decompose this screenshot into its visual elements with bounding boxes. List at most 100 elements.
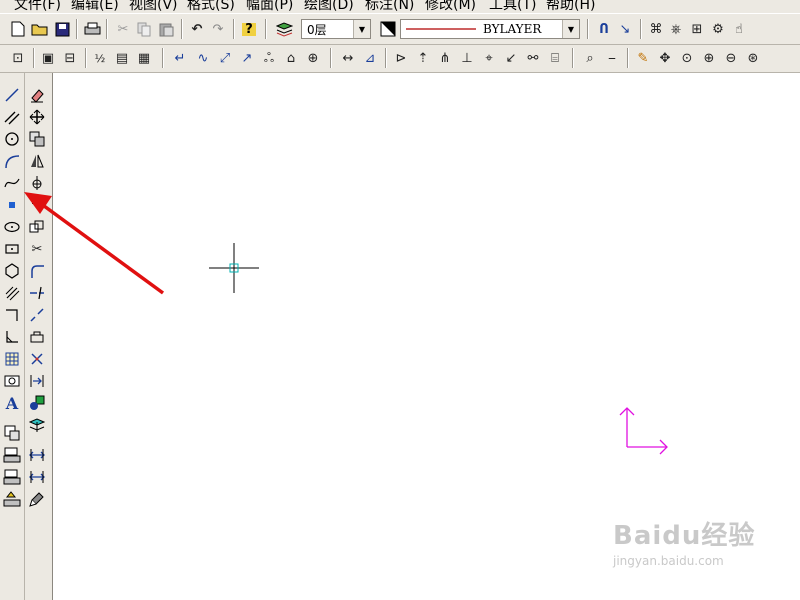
stretch-icon[interactable]	[25, 327, 49, 347]
group-icon[interactable]	[25, 393, 49, 413]
move-icon[interactable]	[25, 107, 49, 127]
menu-edit[interactable]: 编辑(E)	[71, 0, 119, 13]
save-icon[interactable]	[52, 19, 72, 39]
match-format-icon[interactable]	[25, 489, 49, 509]
balloon-icon[interactable]: ⚯	[523, 48, 543, 68]
match-props-icon[interactable]: ⎈	[666, 19, 686, 39]
curve-arrow-icon[interactable]: ↵	[170, 48, 190, 68]
leader-icon[interactable]: ↙	[501, 48, 521, 68]
tolerance-icon[interactable]: ⊳	[391, 48, 411, 68]
table-icon[interactable]: ▦	[134, 48, 154, 68]
rectangle-tool-icon[interactable]	[0, 239, 24, 259]
snap-icon[interactable]: ↘	[615, 19, 635, 39]
menu-view[interactable]: 视图(V)	[129, 0, 178, 13]
frame-icon[interactable]: ▣	[38, 48, 58, 68]
pencil-icon[interactable]: ✎	[633, 48, 653, 68]
circle-tool-icon[interactable]	[0, 129, 24, 149]
explode-icon[interactable]	[25, 349, 49, 369]
paste-icon[interactable]	[156, 19, 176, 39]
mirror-icon[interactable]	[25, 151, 49, 171]
zoom-window-icon[interactable]: ⊙	[677, 48, 697, 68]
menu-format[interactable]: 格式(S)	[187, 0, 235, 13]
roughness-icon[interactable]: ⌖	[479, 48, 499, 68]
copy-icon[interactable]	[134, 19, 154, 39]
move-window-icon[interactable]: ⊡	[8, 48, 28, 68]
library-extract-icon[interactable]	[0, 467, 24, 487]
library-icon[interactable]	[0, 445, 24, 465]
zoom-in-icon[interactable]: ⊕	[699, 48, 719, 68]
array-icon[interactable]	[25, 195, 49, 215]
linear-dim-icon[interactable]: ↔	[338, 48, 358, 68]
settings-icon[interactable]: ⚙	[708, 19, 728, 39]
diagonal-icon[interactable]: ⤢	[215, 48, 235, 68]
arc-tool-icon[interactable]	[0, 151, 24, 171]
datum-icon[interactable]: ⇡	[413, 48, 433, 68]
point-tool-icon[interactable]	[0, 195, 24, 215]
pan-icon[interactable]: ✥	[655, 48, 675, 68]
spline-icon[interactable]: ஃ	[259, 48, 279, 68]
surface-icon[interactable]: ⋔	[435, 48, 455, 68]
layer-select[interactable]: 0层 ▼	[301, 19, 371, 39]
grid-array-tool-icon[interactable]	[0, 349, 24, 369]
menu-help[interactable]: 帮助(H)	[546, 0, 595, 13]
node-icon[interactable]: ⌂	[281, 48, 301, 68]
linetype-select[interactable]: BYLAYER ▼	[400, 19, 580, 39]
weld-icon[interactable]: ⊥	[457, 48, 477, 68]
layer-change-icon[interactable]	[25, 415, 49, 435]
line-tool-icon[interactable]	[0, 85, 24, 105]
line-color-icon[interactable]	[378, 19, 398, 39]
section-icon[interactable]: ⌸	[545, 48, 565, 68]
open-folder-icon[interactable]	[30, 19, 50, 39]
ellipse-tool-icon[interactable]	[0, 217, 24, 237]
hatch-tool-icon[interactable]	[0, 283, 24, 303]
menu-tools[interactable]: 工具(T)	[489, 0, 536, 13]
cut-icon[interactable]: ✂	[113, 19, 133, 39]
pick-icon[interactable]: ↗	[237, 48, 257, 68]
dim-edit-icon[interactable]	[25, 445, 49, 465]
centerline-tool-icon[interactable]	[0, 305, 24, 325]
title-block-icon[interactable]: ⊟	[60, 48, 80, 68]
menu-file[interactable]: 文件(F)	[14, 0, 61, 13]
fraction-text-icon[interactable]: ½	[90, 48, 110, 68]
fillet-icon[interactable]	[25, 261, 49, 281]
text-tool-icon[interactable]: A	[0, 393, 24, 413]
properties-icon[interactable]: ⌘	[646, 19, 666, 39]
block-insert-icon[interactable]	[0, 423, 24, 443]
menu-draw[interactable]: 绘图(D)	[304, 0, 354, 13]
zoom-out-icon[interactable]: ⊖	[721, 48, 741, 68]
ortho-icon[interactable]: Ո	[594, 19, 614, 39]
rotate-icon[interactable]	[25, 173, 49, 193]
trim-icon[interactable]: ✂	[25, 239, 49, 259]
eraser-icon[interactable]	[25, 85, 49, 105]
polygon-tool-icon[interactable]	[0, 261, 24, 281]
menu-sheet[interactable]: 幅面(P)	[246, 0, 293, 13]
text-box-icon[interactable]: ▤	[112, 48, 132, 68]
zoom-extents-icon[interactable]: ⊛	[743, 48, 763, 68]
new-file-icon[interactable]	[8, 19, 28, 39]
scale-icon[interactable]	[25, 217, 49, 237]
hand-pointer-icon[interactable]: ☝	[729, 19, 749, 39]
help-icon[interactable]: ?	[239, 19, 259, 39]
chamfer-tool-icon[interactable]	[0, 327, 24, 347]
image-tool-icon[interactable]	[0, 371, 24, 391]
extend-icon[interactable]	[25, 283, 49, 303]
wave-icon[interactable]: ∿	[193, 48, 213, 68]
query-icon[interactable]: ⌕	[580, 48, 600, 68]
block-icon[interactable]: ⊕	[303, 48, 323, 68]
undo-icon[interactable]: ↶	[187, 19, 207, 39]
dim-style-icon[interactable]: ⊿	[360, 48, 380, 68]
grid-icon[interactable]: ⊞	[687, 19, 707, 39]
copy-object-icon[interactable]	[25, 129, 49, 149]
spline-tool-icon[interactable]	[0, 173, 24, 193]
break-icon[interactable]	[25, 305, 49, 325]
drawing-canvas[interactable]: Baidu经验 jingyan.baidu.com	[53, 73, 800, 600]
layer-manager-icon[interactable]	[274, 19, 294, 39]
parallel-line-icon[interactable]	[0, 107, 24, 127]
print-icon[interactable]	[82, 19, 102, 39]
menu-dimension[interactable]: 标注(N)	[365, 0, 414, 13]
dim-break-icon[interactable]	[25, 467, 49, 487]
menu-modify[interactable]: 修改(M)	[425, 0, 476, 13]
library-manage-icon[interactable]	[0, 489, 24, 509]
align-icon[interactable]	[25, 371, 49, 391]
measure-icon[interactable]: ⎯	[602, 48, 622, 68]
